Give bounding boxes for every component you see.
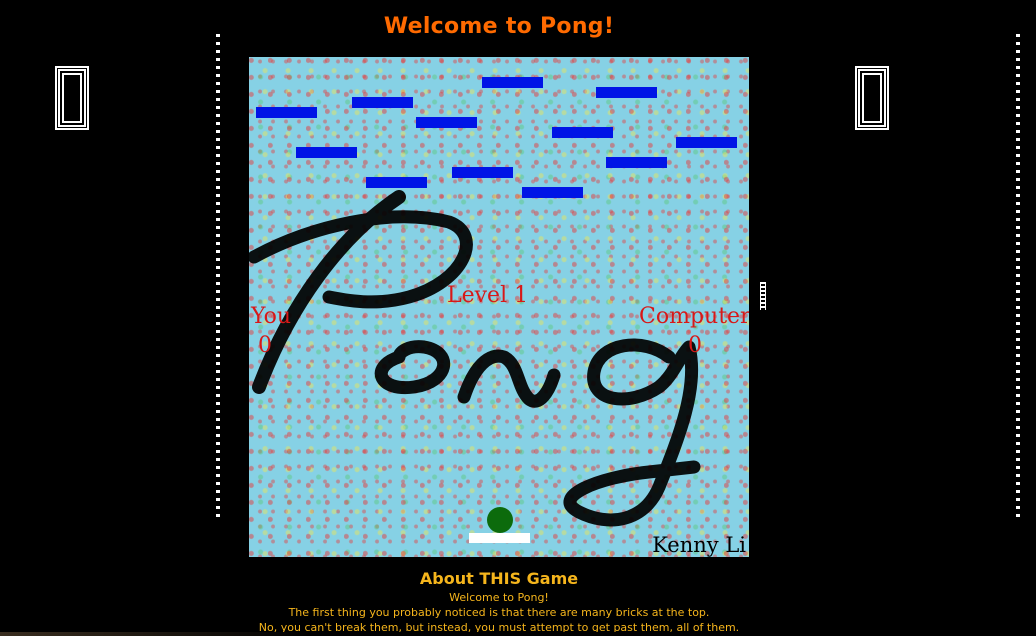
- author-credit: Kenny Li: [652, 533, 746, 557]
- player-score: 0: [258, 333, 272, 358]
- about-line: Welcome to Pong!: [449, 591, 549, 604]
- game-field[interactable]: Level 1 You 0 Computer 0 Kenny Li: [249, 57, 749, 557]
- about-title: About THIS Game: [419, 569, 579, 588]
- bottom-edge: [0, 632, 1036, 636]
- left-center-line: [216, 34, 220, 522]
- right-center-line: [1016, 34, 1020, 522]
- computer-score: 0: [688, 333, 702, 358]
- ball: [487, 507, 513, 533]
- left-score-digit: [55, 66, 89, 130]
- right-score-digit: [855, 66, 889, 130]
- level-label: Level 1: [447, 283, 529, 308]
- player-paddle[interactable]: [469, 533, 530, 543]
- about-line: The first thing you probably noticed is …: [288, 606, 710, 619]
- outer-right-paddle: [760, 282, 766, 310]
- page-title: Welcome to Pong!: [383, 14, 615, 39]
- computer-label: Computer: [639, 304, 749, 329]
- player-label: You: [251, 304, 292, 329]
